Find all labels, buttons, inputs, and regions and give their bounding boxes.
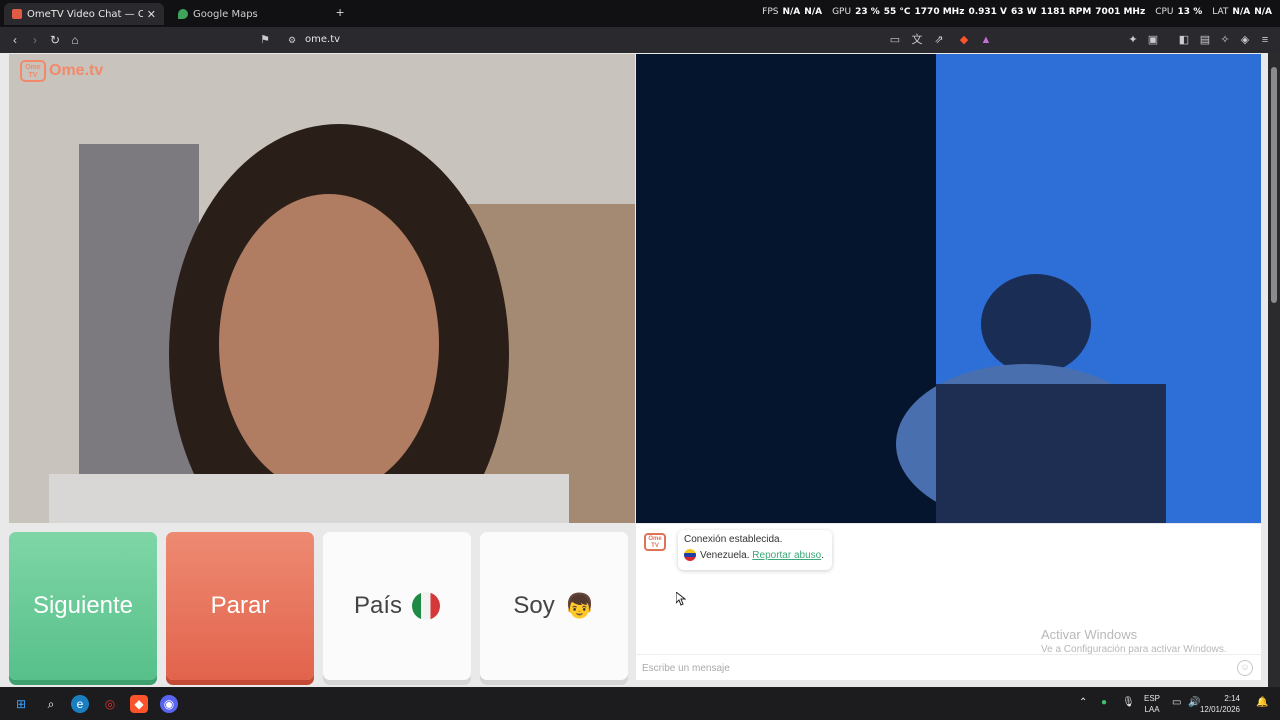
partner-country: Venezuela. (700, 549, 750, 561)
partner-video (9, 54, 635, 523)
tab-google-maps[interactable]: Google Maps (170, 3, 330, 25)
back-icon[interactable]: ‹ (7, 32, 23, 48)
self-person-image (636, 54, 1261, 523)
tab-title: Google Maps (193, 8, 258, 20)
microphone-icon[interactable]: 🎙 (1122, 697, 1135, 708)
bookmark-icon[interactable]: ⚑ (258, 33, 272, 47)
brave-rewards-icon[interactable]: ▲ (979, 33, 993, 47)
cast-icon[interactable]: ▭ (888, 33, 902, 47)
edge-icon[interactable]: e (71, 695, 89, 713)
sidebar-icon[interactable]: ◧ (1177, 33, 1191, 47)
performance-overlay: FPS N/A N/A GPU 23 % 55 °C 1770 MHz 0.93… (762, 7, 1272, 17)
tab-search-icon[interactable]: ▣ (1146, 33, 1160, 47)
gpu-fan: 1181 RPM (1040, 7, 1092, 17)
share-icon[interactable]: ⇗ (932, 33, 946, 47)
mouse-pointer-icon (676, 592, 686, 606)
layout-code: LAA (1144, 705, 1160, 714)
lang-code: ESP (1144, 694, 1161, 703)
brave-icon[interactable]: ◆ (130, 695, 148, 713)
app-icon[interactable]: ◎ (101, 695, 119, 713)
page-scrollbar[interactable] (1268, 53, 1280, 687)
country-label: País (353, 592, 403, 619)
browser-toolbar: ‹ › ↻ ⌂ ⚑ ⚙ ome.tv ▭ 文 ⇗ ◆ ▲ ✦ ▣ ◧ ▤ ✧ ◈… (0, 27, 1280, 53)
vpn-icon[interactable]: ◈ (1238, 33, 1252, 47)
home-icon[interactable]: ⌂ (67, 32, 83, 48)
activation-title: Activar Windows (1041, 627, 1138, 642)
gpu-voltage: 0.931 V (968, 7, 1008, 17)
new-tab-button[interactable]: + (336, 4, 344, 20)
self-video (636, 54, 1261, 523)
gender-button[interactable]: Soy 👦 (480, 532, 628, 680)
brave-shields-icon[interactable]: ◆ (957, 33, 971, 47)
address-bar[interactable]: ome.tv (305, 34, 340, 45)
lat-value-2: N/A (1254, 7, 1272, 17)
windows-start-icon[interactable]: ⊞ (12, 695, 30, 713)
scrollbar-thumb[interactable] (1271, 67, 1277, 303)
gpu-power: 63 W (1011, 7, 1037, 17)
gpu-label: GPU (832, 7, 852, 17)
volume-icon[interactable]: 🔊 (1188, 697, 1200, 708)
time: 2:14 (1224, 694, 1240, 703)
tab-title: OmeTV Video Chat — Omeg (27, 8, 143, 20)
clock[interactable]: 2:14 12/01/2026 (1200, 693, 1240, 715)
next-button[interactable]: Siguiente (9, 532, 157, 680)
message-bar: ☺ (636, 654, 1261, 680)
lat-value: N/A (1232, 7, 1251, 17)
fps-value: N/A (782, 7, 801, 17)
ometv-logo-box-icon: Ome TV (20, 60, 46, 82)
partner-person-image (9, 54, 635, 523)
tray-chevron-icon[interactable]: ⌃ (1079, 697, 1087, 708)
emoji-icon[interactable]: ☺ (1237, 660, 1253, 676)
venezuela-flag-icon (684, 549, 696, 561)
extensions-icon[interactable]: ✦ (1126, 33, 1140, 47)
gpu-clock: 1770 MHz (914, 7, 965, 17)
message-input[interactable] (642, 660, 1222, 676)
ometv-chat-logo-icon: Ome TV (644, 533, 666, 551)
report-abuse-link[interactable]: Reportar abuso (752, 550, 821, 561)
windows-taskbar: ⊞ ⌕ e ◎ ◆ ◉ ⌃ ● 🎙 ESP LAA ▭ 🔊 2:14 12/01… (0, 688, 1280, 720)
browser-tabbar: OmeTV Video Chat — Omeg ✕ Google Maps + … (0, 0, 1280, 27)
country-button[interactable]: País (323, 532, 471, 680)
boy-face-icon: 👦 (564, 592, 595, 620)
network-icon[interactable]: ▭ (1172, 697, 1181, 708)
gpu-temp: 55 °C (883, 7, 911, 17)
ometv-favicon-icon (12, 9, 22, 19)
fps-label: FPS (762, 7, 779, 17)
site-settings-icon[interactable]: ⚙ (285, 33, 299, 47)
discord-icon[interactable]: ◉ (160, 695, 178, 713)
close-tab-icon[interactable]: ✕ (147, 8, 156, 21)
language-indicator[interactable]: ESP LAA (1144, 693, 1160, 715)
gender-label: Soy (513, 592, 555, 619)
report-suffix: . (821, 549, 824, 561)
cpu-label: CPU (1155, 7, 1174, 17)
wallet-icon[interactable]: ▤ (1198, 33, 1212, 47)
notifications-icon[interactable]: 🔔 (1256, 697, 1268, 708)
connection-text: Conexión establecida. (684, 534, 783, 545)
system-message: Conexión establecida. Venezuela. Reporta… (678, 530, 832, 570)
next-label: Siguiente (32, 592, 134, 619)
status-dot-icon[interactable]: ● (1101, 697, 1107, 708)
tab-ometv[interactable]: OmeTV Video Chat — Omeg ✕ (4, 3, 164, 25)
maps-favicon-icon (178, 9, 188, 19)
ometv-logo-text: Ome.tv (49, 62, 104, 79)
fps-value-2: N/A (804, 7, 823, 17)
translate-icon[interactable]: 文 (910, 33, 924, 47)
menu-icon[interactable]: ≡ (1258, 33, 1272, 47)
mexico-flag-icon (412, 592, 441, 620)
stop-button[interactable]: Parar (166, 532, 314, 680)
gpu-mem-clock: 7001 MHz (1095, 7, 1146, 17)
windows-activation-watermark: Activar Windows Ve a Configuración para … (1041, 627, 1227, 655)
search-icon[interactable]: ⌕ (42, 695, 60, 713)
leo-ai-icon[interactable]: ✧ (1218, 33, 1232, 47)
forward-icon[interactable]: › (27, 32, 43, 48)
ometv-logo: Ome TV Ome.tv (20, 60, 103, 82)
stop-label: Parar (210, 592, 270, 619)
reload-icon[interactable]: ↻ (47, 32, 63, 48)
chat-panel: Ome TV Conexión establecida. Venezuela. … (636, 524, 1261, 680)
lat-label: LAT (1212, 7, 1229, 17)
date: 12/01/2026 (1199, 705, 1240, 714)
gpu-usage: 23 % (855, 7, 880, 17)
cpu-usage: 13 % (1177, 7, 1203, 17)
